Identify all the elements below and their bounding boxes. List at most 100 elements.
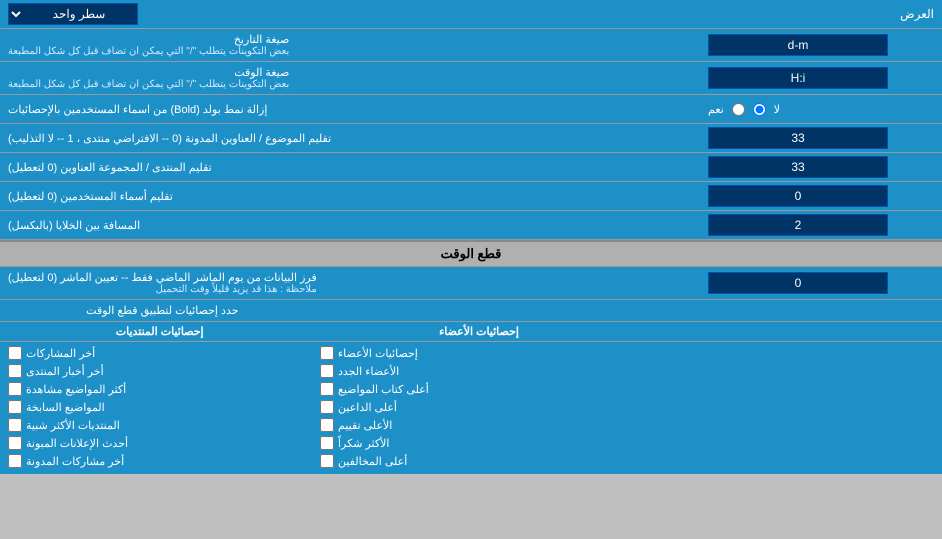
time-format-sublabel: بعض التكوينات يتطلب "/" التي يمكن ان تضا… [8, 79, 289, 90]
stat-item-last-posts: أخر المشاركات [8, 346, 310, 360]
cell-spacing-row: المسافة بين الخلايا (بالبكسل) [0, 211, 942, 240]
bold-remove-input-cell: لا نعم [702, 95, 942, 123]
stats-col-forums: أخر المشاركات أخر أخبار المنتدى أكثر الم… [8, 346, 310, 468]
title-sort-label: تقليم الموضوع / العناوين المدونة (0 -- ا… [8, 132, 331, 145]
radio-yes-label: نعم [708, 103, 724, 116]
time-filter-input[interactable] [708, 272, 888, 294]
stat-label: أخر أخبار المنتدى [26, 365, 104, 378]
stat-checkbox-last-news[interactable] [8, 364, 22, 378]
stat-item-most-viewed: أكثر المواضيع مشاهدة [8, 382, 310, 396]
top-row: العرض سطر واحد [0, 0, 942, 29]
bold-radio-group: لا نعم [708, 103, 780, 116]
stat-item-latest-ads: أحدث الإعلانات المبونة [8, 436, 310, 450]
cell-spacing-label: المسافة بين الخلايا (بالبكسل) [8, 219, 140, 232]
date-format-label: صيغة التاريخ [8, 33, 289, 46]
stats-items-area: إحصائيات الأعضاء الأعضاء الجدد أعلى كتاب… [0, 342, 942, 474]
cell-spacing-label-cell: المسافة بين الخلايا (بالبكسل) [0, 211, 702, 239]
cell-spacing-input[interactable] [708, 214, 888, 236]
time-format-row: صيغة الوقت بعض التكوينات يتطلب "/" التي … [0, 62, 942, 95]
stat-item-most-similar: المنتديات الأكثر شبية [8, 418, 310, 432]
stat-label: أعلى كتاب المواضيع [338, 383, 429, 396]
user-sort-input[interactable] [708, 185, 888, 207]
stat-label: المنتديات الأكثر شبية [26, 419, 120, 432]
stat-label: أعلى الداعين [338, 401, 397, 414]
stat-label: أحدث الإعلانات المبونة [26, 437, 128, 450]
stats-col2-header: إحصائيات الأعضاء [319, 322, 638, 341]
stat-label: المواضيع السابخة [26, 401, 105, 414]
stat-checkbox-most-viewed[interactable] [8, 382, 22, 396]
stat-checkbox-top-rated[interactable] [320, 418, 334, 432]
time-filter-note: ملاحظة : هذا قد يزيد قليلاً وقت التحميل [8, 284, 317, 295]
stat-label: الأعضاء الجدد [338, 365, 399, 378]
stat-label: أخر المشاركات [26, 347, 95, 360]
stat-item-members-stats: إحصائيات الأعضاء [320, 346, 622, 360]
time-filter-input-cell [702, 267, 942, 299]
stat-label: إحصائيات الأعضاء [338, 347, 418, 360]
title-sort-input-cell [702, 124, 942, 152]
stat-item-new-members: الأعضاء الجدد [320, 364, 622, 378]
user-sort-label: تقليم أسماء المستخدمين (0 لتعطيل) [8, 190, 173, 203]
time-format-input[interactable] [708, 67, 888, 89]
date-format-label-cell: صيغة التاريخ بعض التكوينات يتطلب "/" الت… [0, 29, 702, 61]
stat-checkbox-top-inviters[interactable] [320, 400, 334, 414]
bold-remove-row: لا نعم إزالة نمط بولد (Bold) من اسماء ال… [0, 95, 942, 124]
date-format-sublabel: بعض التكوينات يتطلب "/" التي يمكن ان تضا… [8, 46, 289, 57]
stat-label: الأكثر شكراً [338, 437, 389, 450]
stat-checkbox-top-violators[interactable] [320, 454, 334, 468]
time-filter-label-cell: فرز البيانات من يوم الماشر الماضي فقط --… [0, 267, 702, 299]
stat-checkbox-most-similar[interactable] [8, 418, 22, 432]
display-select[interactable]: سطر واحد [8, 3, 138, 25]
stat-checkbox-last-posts[interactable] [8, 346, 22, 360]
user-sort-input-cell [702, 182, 942, 210]
stat-item-top-violators: أعلى المخالفين [320, 454, 622, 468]
bold-remove-label: إزالة نمط بولد (Bold) من اسماء المستخدمي… [8, 103, 267, 116]
forum-sort-input-cell [702, 153, 942, 181]
stats-col1-header: إحصائيات المنتديات [0, 322, 319, 341]
time-format-input-cell [702, 62, 942, 94]
stat-checkbox-most-thanked[interactable] [320, 436, 334, 450]
user-sort-row: تقليم أسماء المستخدمين (0 لتعطيل) [0, 182, 942, 211]
date-format-row: صيغة التاريخ بعض التكوينات يتطلب "/" الت… [0, 29, 942, 62]
forum-sort-input[interactable] [708, 156, 888, 178]
forum-sort-label: تقليم المنتدى / المجموعة العناوين (0 لتع… [8, 161, 212, 174]
stats-col-members: إحصائيات الأعضاء الأعضاء الجدد أعلى كتاب… [320, 346, 622, 468]
stat-checkbox-hot-topics[interactable] [8, 400, 22, 414]
time-format-label: صيغة الوقت [8, 66, 289, 79]
title-sort-input[interactable] [708, 127, 888, 149]
stat-item-top-rated: الأعلى تقييم [320, 418, 622, 432]
stat-checkbox-latest-ads[interactable] [8, 436, 22, 450]
stats-apply-label: حدد إحصائيات لتطبيق قطع الوقت [8, 304, 317, 317]
radio-yes[interactable] [732, 103, 745, 116]
date-format-input[interactable] [708, 34, 888, 56]
stat-checkbox-members-stats[interactable] [320, 346, 334, 360]
forum-sort-row: تقليم المنتدى / المجموعة العناوين (0 لتع… [0, 153, 942, 182]
time-filter-row: فرز البيانات من يوم الماشر الماضي فقط --… [0, 267, 942, 300]
stat-label: أعلى المخالفين [338, 455, 407, 468]
bold-remove-label-cell: إزالة نمط بولد (Bold) من اسماء المستخدمي… [0, 95, 702, 123]
stat-label: الأعلى تقييم [338, 419, 392, 432]
top-label: العرض [900, 7, 934, 21]
stat-item-top-writers: أعلى كتاب المواضيع [320, 382, 622, 396]
stat-label: أكثر المواضيع مشاهدة [26, 383, 126, 396]
stat-checkbox-blog-posts[interactable] [8, 454, 22, 468]
time-section-title: قطع الوقت [441, 246, 502, 261]
stat-item-last-news: أخر أخبار المنتدى [8, 364, 310, 378]
forum-sort-label-cell: تقليم المنتدى / المجموعة العناوين (0 لتع… [0, 153, 702, 181]
stat-checkbox-top-writers[interactable] [320, 382, 334, 396]
time-format-label-cell: صيغة الوقت بعض التكوينات يتطلب "/" التي … [0, 62, 702, 94]
date-format-input-cell [702, 29, 942, 61]
title-sort-row: تقليم الموضوع / العناوين المدونة (0 -- ا… [0, 124, 942, 153]
time-filter-label: فرز البيانات من يوم الماشر الماضي فقط --… [8, 271, 317, 284]
user-sort-label-cell: تقليم أسماء المستخدمين (0 لتعطيل) [0, 182, 702, 210]
stat-checkbox-new-members[interactable] [320, 364, 334, 378]
stat-item-hot-topics: المواضيع السابخة [8, 400, 310, 414]
radio-no-label: لا [774, 103, 780, 116]
radio-no[interactable] [753, 103, 766, 116]
stat-label: أخر مشاركات المدونة [26, 455, 124, 468]
stat-item-blog-posts: أخر مشاركات المدونة [8, 454, 310, 468]
title-sort-label-cell: تقليم الموضوع / العناوين المدونة (0 -- ا… [0, 124, 702, 152]
cell-spacing-input-cell [702, 211, 942, 239]
stat-item-top-inviters: أعلى الداعين [320, 400, 622, 414]
stats-cols-header: إحصائيات الأعضاء إحصائيات المنتديات [0, 322, 942, 342]
stats-header-row: حدد إحصائيات لتطبيق قطع الوقت [0, 300, 942, 322]
